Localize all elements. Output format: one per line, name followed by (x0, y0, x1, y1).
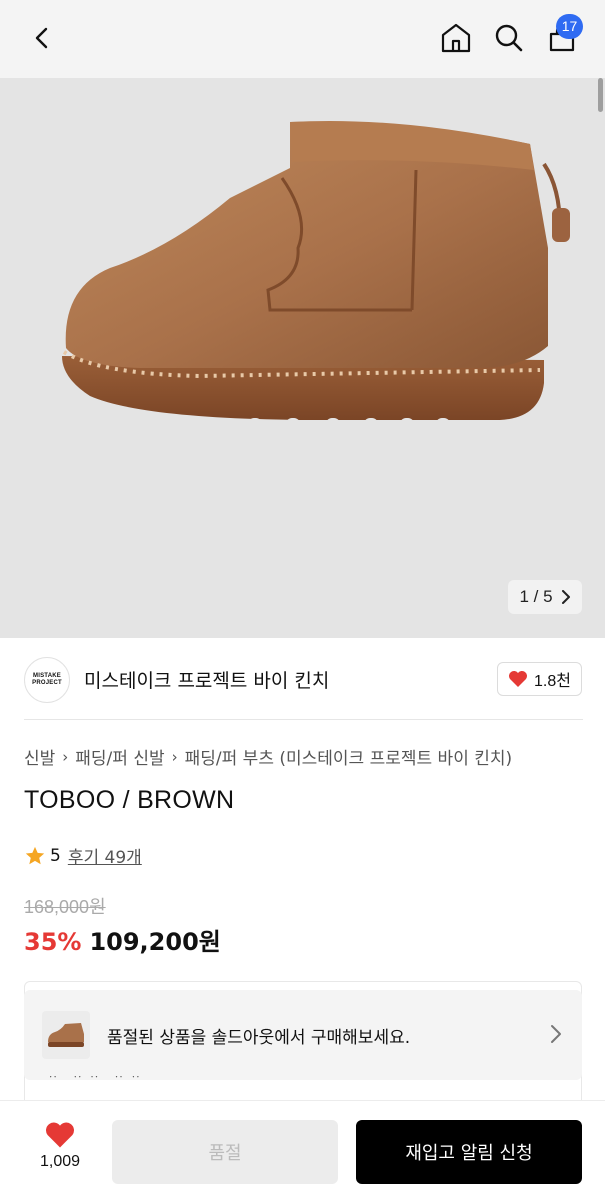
breadcrumb-separator-icon: › (171, 747, 178, 766)
brand-like-button[interactable]: 1.8천 (497, 662, 582, 696)
chevron-right-icon (561, 590, 570, 604)
star-icon (25, 846, 45, 864)
breadcrumb-item[interactable]: 패딩/퍼 부츠 (미스테이크 프로젝트 바이 킨치) (185, 744, 513, 769)
image-counter-text: 1 / 5 (519, 587, 553, 606)
cart-button[interactable]: 17 (540, 14, 584, 60)
brand-row[interactable]: MISTAKE PROJECT 미스테이크 프로젝트 바이 킨치 1.8천 (24, 652, 584, 707)
price-row: 35% 109,200원 (24, 922, 221, 957)
chevron-left-icon (35, 27, 48, 49)
back-button[interactable] (20, 16, 64, 60)
search-button[interactable] (487, 16, 531, 60)
brand-logo-line2: PROJECT (32, 679, 62, 686)
review-count-link[interactable]: 후기 49개 (68, 843, 142, 868)
partial-hidden-row: ᆢ ᆢᆢ ᆢᆢ (46, 1072, 146, 1086)
soldout-banner-text: 품절된 상품을 솔드아웃에서 구매해보세요. (107, 1027, 411, 1048)
bottom-action-bar: 1,009 품절 재입고 알림 신청 (0, 1100, 605, 1200)
chevron-right-icon (551, 1025, 561, 1043)
rating-row: 5 후기 49개 (24, 843, 142, 868)
boot-thumbnail-icon (48, 1023, 84, 1047)
wishlist-count: 1,009 (39, 1153, 81, 1170)
wishlist-button[interactable]: 1,009 (24, 1121, 96, 1171)
soldout-button: 품절 (112, 1120, 338, 1184)
home-button[interactable] (434, 16, 478, 60)
scrollbar[interactable] (598, 78, 603, 112)
boot-image (62, 120, 570, 440)
sale-price: 109,200원 (89, 928, 221, 956)
brand-name[interactable]: 미스테이크 프로젝트 바이 킨치 (84, 666, 329, 693)
breadcrumb-separator-icon: › (62, 747, 69, 766)
divider (24, 719, 583, 720)
breadcrumb: 신발 › 패딩/퍼 신발 › 패딩/퍼 부츠 (미스테이크 프로젝트 바이 킨치… (24, 744, 513, 770)
restock-alert-button[interactable]: 재입고 알림 신청 (356, 1120, 582, 1184)
soldout-banner[interactable]: 품절된 상품을 솔드아웃에서 구매해보세요. (24, 990, 582, 1080)
original-price: 168,000원 (24, 897, 106, 917)
product-title: TOBOO / BROWN (24, 786, 235, 814)
rating-score: 5 (50, 845, 61, 866)
search-icon (495, 24, 523, 52)
top-nav-bar: 17 (0, 0, 605, 78)
breadcrumb-item[interactable]: 패딩/퍼 신발 (75, 744, 164, 769)
home-icon (441, 23, 471, 53)
image-counter[interactable]: 1 / 5 (508, 580, 582, 614)
brand-like-count: 1.8천 (534, 673, 571, 690)
cart-count-badge: 17 (556, 14, 583, 39)
heart-icon (46, 1122, 74, 1148)
product-image-gallery[interactable] (0, 78, 605, 638)
heart-icon (509, 671, 528, 687)
brand-logo: MISTAKE PROJECT (24, 656, 70, 703)
banner-thumbnail (42, 1011, 90, 1059)
breadcrumb-item[interactable]: 신발 (24, 744, 55, 769)
brand-logo-line1: MISTAKE (33, 672, 61, 679)
discount-rate: 35% (24, 928, 82, 956)
